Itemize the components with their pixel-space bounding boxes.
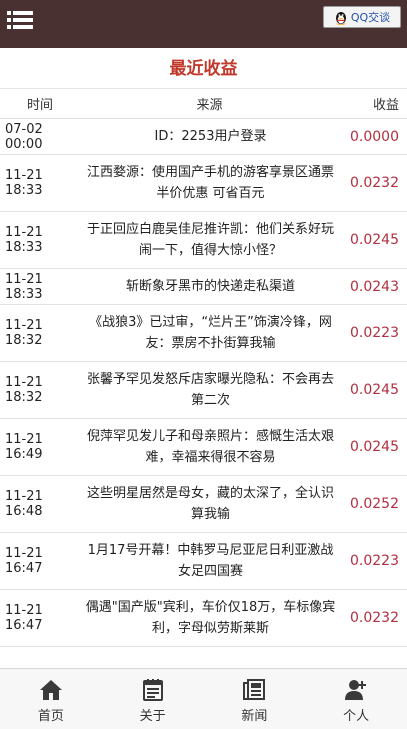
row-time: 11-21 18:32 (5, 375, 43, 405)
row-source: 偶遇"国产版"宾利，车价仅18万，车标像宾利，字母似劳斯莱斯 (85, 600, 336, 636)
row-time: 11-21 18:33 (5, 225, 43, 255)
row-time: 11-21 16:47 (5, 603, 43, 633)
page-title: 最近收益 (169, 59, 238, 79)
table-row[interactable]: 07-02 00:00 ID：2253用户登录 0.0000 (0, 119, 407, 155)
column-header-time: 时间 (26, 98, 53, 113)
table-row[interactable]: 11-21 18:33 于正回应白鹿吴佳尼推许凯：他们关系好玩闹一下，值得大惊小… (0, 212, 407, 269)
hamburger-menu-icon[interactable] (7, 10, 33, 30)
row-income: 0.0243 (350, 278, 399, 295)
qq-button-label: QQ交谈 (350, 11, 391, 24)
row-income: 0.0223 (350, 325, 399, 341)
row-income: 0.0232 (350, 610, 399, 626)
bottom-tab-bar: 首页 关于 新闻 个人 (0, 668, 407, 729)
table-header: 时间 来源 收益 (0, 88, 407, 119)
tab-profile-label: 个人 (343, 709, 370, 724)
row-income: 0.0000 (350, 128, 399, 145)
row-source: 江西婺源：使用国产手机的游客享景区通票半价优惠 可省百元 (86, 165, 334, 201)
qq-chat-button[interactable]: QQ交谈 (323, 6, 401, 28)
column-header-source: 来源 (196, 98, 223, 113)
row-income: 0.0223 (350, 553, 399, 569)
row-income: 0.0232 (350, 175, 399, 191)
row-income: 0.0245 (350, 439, 399, 455)
table-row[interactable]: 11-21 18:33 江西婺源：使用国产手机的游客享景区通票半价优惠 可省百元… (0, 155, 407, 212)
row-time: 11-21 16:49 (5, 432, 43, 462)
table-row[interactable]: 11-21 18:32 《战狼3》已过审，“烂片王”饰演冷锋，网友：票房不扑街算… (0, 305, 407, 362)
table-row[interactable]: 11-21 18:33 斩断象牙黑市的快递走私渠道 0.0243 (0, 269, 407, 305)
column-header-income: 收益 (372, 98, 399, 113)
tab-profile[interactable]: 个人 (305, 669, 407, 729)
table-row[interactable]: 11-21 18:32 张馨予罕见发怒斥店家曝光隐私：不会再去第二次 0.024… (0, 362, 407, 419)
tab-about[interactable]: 关于 (102, 669, 204, 729)
notepad-icon (142, 679, 163, 701)
add-user-icon (345, 680, 367, 700)
tab-news[interactable]: 新闻 (204, 669, 306, 729)
table-row[interactable]: 11-21 16:47 偶遇"国产版"宾利，车价仅18万，车标像宾利，字母似劳斯… (0, 590, 407, 647)
tab-home[interactable]: 首页 (0, 669, 102, 729)
row-time: 11-21 18:33 (5, 168, 43, 198)
row-time: 11-21 18:33 (5, 271, 43, 302)
row-source: 斩断象牙黑市的快递走私渠道 (125, 279, 295, 294)
row-time: 11-21 18:32 (5, 318, 43, 348)
qq-penguin-icon (335, 11, 346, 25)
table-row[interactable]: 11-21 16:47 1月17号开幕！中韩罗马尼亚尼日利亚激战女足四国赛 0.… (0, 533, 407, 590)
table-row[interactable]: 11-21 16:48 这些明星居然是母女，藏的太深了，全认识算我输 0.025… (0, 476, 407, 533)
top-bar: QQ交谈 (0, 0, 407, 48)
row-source: 张馨予罕见发怒斥店家曝光隐私：不会再去第二次 (86, 372, 334, 408)
row-source: 倪萍罕见发儿子和母亲照片：感慨生活太艰难，幸福来得很不容易 (86, 429, 334, 465)
row-income: 0.0245 (350, 232, 399, 248)
row-source: 这些明星居然是母女，藏的太深了，全认识算我输 (86, 486, 334, 522)
home-icon (39, 680, 62, 700)
row-income: 0.0245 (350, 382, 399, 398)
income-table: 时间 来源 收益 07-02 00:00 ID：2253用户登录 0.0000 … (0, 88, 407, 668)
tab-news-label: 新闻 (241, 709, 268, 724)
tab-home-label: 首页 (37, 709, 64, 724)
row-time: 07-02 00:00 (5, 121, 43, 152)
row-income: 0.0252 (350, 496, 399, 512)
row-source: 于正回应白鹿吴佳尼推许凯：他们关系好玩闹一下，值得大惊小怪？ (86, 222, 334, 258)
row-time: 11-21 16:47 (5, 546, 43, 576)
table-row[interactable]: 11-21 16:49 倪萍罕见发儿子和母亲照片：感慨生活太艰难，幸福来得很不容… (0, 419, 407, 476)
row-source: ID：2253用户登录 (154, 129, 267, 144)
row-time: 11-21 16:48 (5, 489, 43, 519)
newspaper-icon (243, 679, 266, 700)
row-source: 《战狼3》已过审，“烂片王”饰演冷锋，网友：票房不扑街算我输 (89, 315, 332, 351)
tab-about-label: 关于 (139, 709, 166, 724)
row-source: 1月17号开幕！中韩罗马尼亚尼日利亚激战女足四国赛 (87, 543, 334, 579)
